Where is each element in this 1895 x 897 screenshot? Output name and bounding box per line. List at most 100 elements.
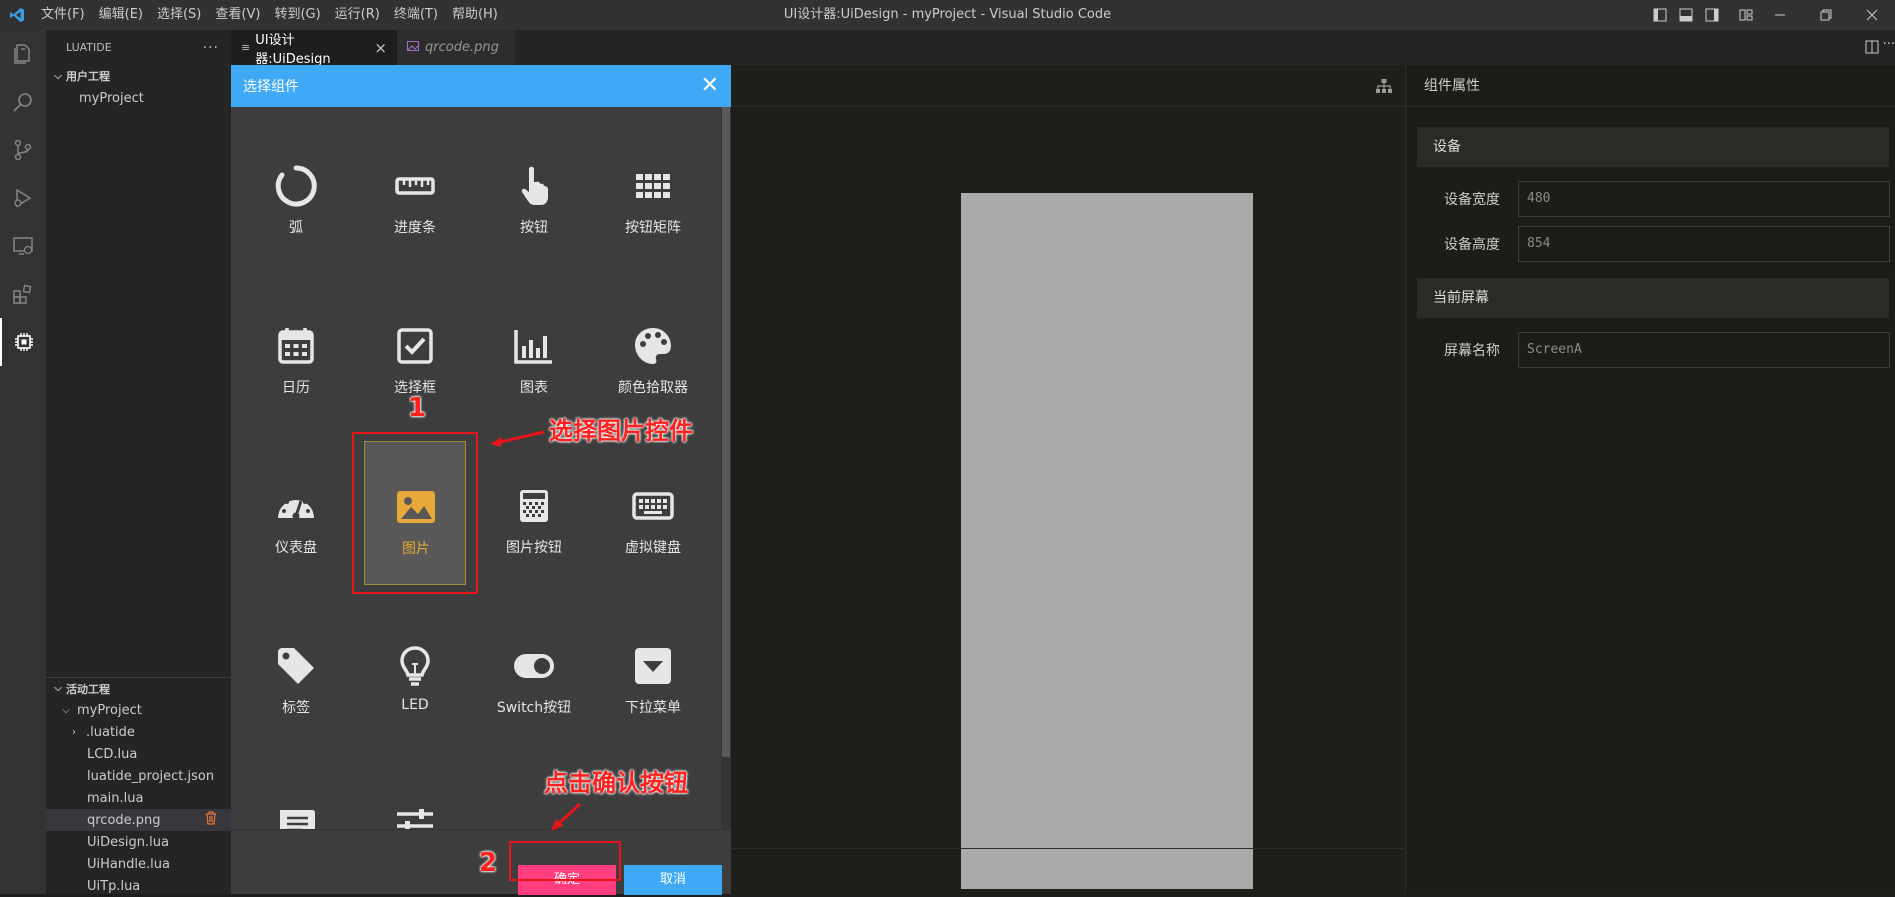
screen-name-row: 屏幕名称 ScreenA xyxy=(1406,327,1895,372)
chevron-down-icon: ⌵ xyxy=(54,683,62,694)
device-screen-preview[interactable] xyxy=(961,193,1253,889)
active-project-section[interactable]: ⌵ 活动工程 xyxy=(46,677,231,699)
component-item-calendar[interactable]: 日历 xyxy=(242,281,350,425)
dialog-scrollbar[interactable] xyxy=(721,107,731,829)
pointer-hand-icon xyxy=(509,161,559,211)
toggle-sidebar-icon[interactable] xyxy=(1649,0,1671,30)
toggle-panel-icon[interactable] xyxy=(1675,0,1697,30)
menu-edit[interactable]: 编辑(E) xyxy=(92,0,150,30)
screen-name-label: 屏幕名称 xyxy=(1444,342,1500,359)
tree-item-user-project[interactable]: myProject xyxy=(46,87,231,109)
component-label: 弧 xyxy=(289,220,303,236)
component-label: 图片按钮 xyxy=(506,540,562,556)
close-tab-icon[interactable]: × xyxy=(374,39,387,57)
split-editor-icon[interactable] xyxy=(1865,40,1879,58)
tree-item-file[interactable]: main.lua xyxy=(46,787,231,809)
component-item-dropdown[interactable]: 下拉菜单 xyxy=(599,601,707,745)
image-button-icon xyxy=(509,481,559,531)
tag-icon xyxy=(271,641,321,691)
annotation-step1-number: 1 xyxy=(408,393,427,423)
keyboard-icon xyxy=(628,481,678,531)
component-label: 图表 xyxy=(520,380,548,396)
component-item-virtual-keyboard[interactable]: 虚拟键盘 xyxy=(599,441,707,585)
more-actions-icon[interactable]: ··· xyxy=(203,40,219,56)
component-item-button[interactable]: 按钮 xyxy=(480,121,588,265)
component-label: Switch按钮 xyxy=(496,700,572,716)
component-item-progress-bar[interactable]: 进度条 xyxy=(361,121,469,265)
tree-item-file[interactable]: UiHandle.lua xyxy=(46,853,231,875)
menu-go[interactable]: 转到(G) xyxy=(267,0,327,30)
image-file-icon xyxy=(407,40,419,55)
tree-item-folder[interactable]: › .luatide xyxy=(46,721,231,743)
remote-explorer-icon[interactable] xyxy=(0,222,46,270)
file-lines-icon: ≡ xyxy=(241,41,251,54)
component-label: 仪表盘 xyxy=(275,540,317,556)
user-project-section[interactable]: ⌵ 用户工程 xyxy=(46,65,231,87)
tree-item-file[interactable]: LCD.lua xyxy=(46,743,231,765)
annotation-step2-number: 2 xyxy=(479,848,498,878)
component-label: LED xyxy=(401,697,429,713)
active-section-label: 活动工程 xyxy=(66,682,110,696)
toggle-secondary-sidebar-icon[interactable] xyxy=(1701,0,1723,30)
sidebar-header: LUATIDE ··· xyxy=(46,30,231,65)
component-item-led[interactable]: LED xyxy=(361,601,469,745)
component-item-color-picker[interactable]: 颜色拾取器 xyxy=(599,281,707,425)
luatide-sidebar: LUATIDE ··· ⌵ 用户工程 myProject ⌵ 活动工程 ⌵ myPro… xyxy=(46,30,231,894)
component-item-image-button[interactable]: 图片按钮 xyxy=(480,441,588,585)
arc-icon xyxy=(271,161,321,211)
restore-icon[interactable] xyxy=(1803,0,1849,30)
component-label: 按钮矩阵 xyxy=(625,220,681,236)
menu-run[interactable]: 运行(R) xyxy=(328,0,387,30)
tree-item-file[interactable]: UiDesign.lua xyxy=(46,831,231,853)
tab-label: UI设计器:UiDesign xyxy=(255,32,331,67)
extensions-icon[interactable] xyxy=(0,270,46,318)
tree-item-label: LCD.lua xyxy=(87,746,138,762)
scrollbar-thumb[interactable] xyxy=(722,107,730,757)
customize-layout-icon[interactable] xyxy=(1735,0,1757,30)
vscode-logo-icon xyxy=(0,0,34,30)
device-height-input[interactable]: 854 xyxy=(1518,225,1890,262)
tab-qrcode[interactable]: qrcode.png xyxy=(397,30,515,65)
tree-item-label: myProject xyxy=(77,702,142,718)
active-project-panel: ⌵ 活动工程 ⌵ myProject › .luatide LCD.lua luati… xyxy=(46,677,231,897)
dialog-title: 选择组件 xyxy=(243,79,299,95)
device-width-label: 设备宽度 xyxy=(1444,191,1500,208)
tree-item-active-project[interactable]: ⌵ myProject xyxy=(46,699,231,721)
hierarchy-icon[interactable] xyxy=(1375,78,1393,98)
screen-name-input[interactable]: ScreenA xyxy=(1518,331,1890,368)
component-item-arc[interactable]: 弧 xyxy=(242,121,350,265)
menu-help[interactable]: 帮助(H) xyxy=(445,0,505,30)
menu-terminal[interactable]: 终端(T) xyxy=(387,0,445,30)
component-item-switch[interactable]: Switch按钮 xyxy=(480,601,588,745)
search-icon[interactable] xyxy=(0,78,46,126)
component-item-button-matrix[interactable]: 按钮矩阵 xyxy=(599,121,707,265)
component-label: 下拉菜单 xyxy=(625,700,681,716)
component-item-chart[interactable]: 图表 xyxy=(480,281,588,425)
component-item-label[interactable]: 标签 xyxy=(242,601,350,745)
close-icon[interactable]: ✕ xyxy=(701,75,719,97)
annotation-step2-text: 点击确认按钮 xyxy=(544,769,688,797)
menu-selection[interactable]: 选择(S) xyxy=(150,0,208,30)
minimize-icon[interactable] xyxy=(1757,0,1803,30)
cancel-button[interactable]: 取消 xyxy=(624,865,722,895)
window-controls xyxy=(1645,0,1895,30)
grid-icon xyxy=(628,161,678,211)
luatide-chip-icon[interactable] xyxy=(0,318,46,366)
run-debug-icon[interactable] xyxy=(0,174,46,222)
trash-icon[interactable] xyxy=(205,811,217,829)
more-editor-actions-icon[interactable]: ··· xyxy=(1883,37,1895,52)
explorer-icon[interactable] xyxy=(0,30,46,78)
tree-item-file[interactable]: luatide_project.json xyxy=(46,765,231,787)
device-width-input[interactable]: 480 xyxy=(1518,180,1890,217)
source-control-icon[interactable] xyxy=(0,126,46,174)
menu-file[interactable]: 文件(F) xyxy=(34,0,92,30)
component-item-gauge[interactable]: 仪表盘 xyxy=(242,441,350,585)
device-height-row: 设备高度 854 xyxy=(1406,221,1895,266)
component-label: 颜色拾取器 xyxy=(618,380,688,396)
menu-view[interactable]: 查看(V) xyxy=(208,0,267,30)
tree-item-file[interactable]: qrcode.png xyxy=(46,809,231,831)
tab-ui-designer[interactable]: ≡ UI设计器:UiDesign × xyxy=(231,30,397,67)
bulb-icon xyxy=(390,641,440,691)
calendar-icon xyxy=(271,321,321,371)
close-window-icon[interactable] xyxy=(1849,0,1895,30)
